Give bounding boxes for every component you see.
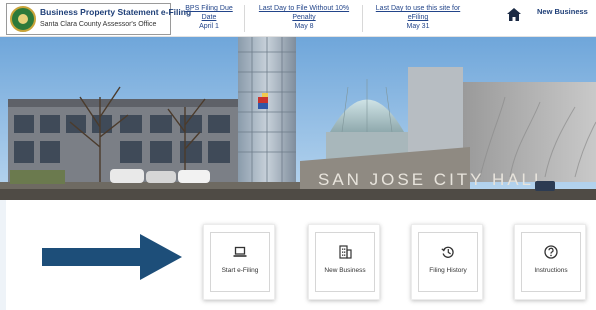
card-frame: Instructions xyxy=(521,232,581,292)
city-hall-sign: SAN JOSE CITY HALL xyxy=(318,170,546,189)
filing-history-card[interactable]: Filing History xyxy=(411,224,483,300)
divider xyxy=(362,5,363,32)
deadline-label-line2: Penalty xyxy=(292,14,316,21)
card-label: Filing History xyxy=(429,267,467,274)
new-business-nav-link[interactable]: New Business xyxy=(537,7,588,16)
card-label: Start e-Filing xyxy=(221,267,259,274)
deadline-label-line1: Last Day to File Without 10% xyxy=(258,5,350,12)
page-edge xyxy=(0,200,6,310)
question-icon xyxy=(544,245,558,259)
hero-city-hall-photo: SAN JOSE CITY HALL xyxy=(0,37,596,200)
deadline-date: May 31 xyxy=(406,23,430,30)
home-icon[interactable] xyxy=(507,8,521,21)
laptop-icon xyxy=(233,246,247,257)
card-label: New Business xyxy=(324,267,366,274)
deadline-label-line1: Last Day to use this site for xyxy=(375,5,461,12)
card-frame: Start e-Filing xyxy=(210,232,270,292)
deadline-date: April 1 xyxy=(199,23,219,30)
arrow-right-icon xyxy=(42,234,182,280)
brand-title: Business Property Statement e-Filing xyxy=(40,7,192,17)
building-icon xyxy=(339,245,352,259)
history-icon xyxy=(441,246,454,258)
brand-logo-link[interactable]: Business Property Statement e-Filing San… xyxy=(6,3,191,35)
deadline-last-efiling[interactable]: Last Day to use this site for eFiling Ma… xyxy=(368,4,468,31)
instructions-card[interactable]: Instructions xyxy=(514,224,586,300)
county-seal-icon xyxy=(10,6,36,32)
deadline-filing-due[interactable]: BPS Filing Due Date April 1 xyxy=(178,4,240,31)
deadline-label-line1: BPS Filing Due xyxy=(185,5,233,12)
deadline-date: May 8 xyxy=(294,23,314,30)
card-label: Instructions xyxy=(534,267,568,274)
deadline-label-line2: Date xyxy=(201,14,217,21)
top-header: Business Property Statement e-Filing San… xyxy=(0,0,596,37)
start-efiling-card[interactable]: Start e-Filing xyxy=(203,224,275,300)
card-frame: Filing History xyxy=(418,232,478,292)
brand-subtitle: Santa Clara County Assessor's Office xyxy=(40,21,157,28)
new-business-card[interactable]: New Business xyxy=(308,224,380,300)
card-frame: New Business xyxy=(315,232,375,292)
deadline-no-penalty[interactable]: Last Day to File Without 10% Penalty May… xyxy=(250,4,358,31)
deadline-label-line2: eFiling xyxy=(407,14,429,21)
divider xyxy=(244,5,245,32)
